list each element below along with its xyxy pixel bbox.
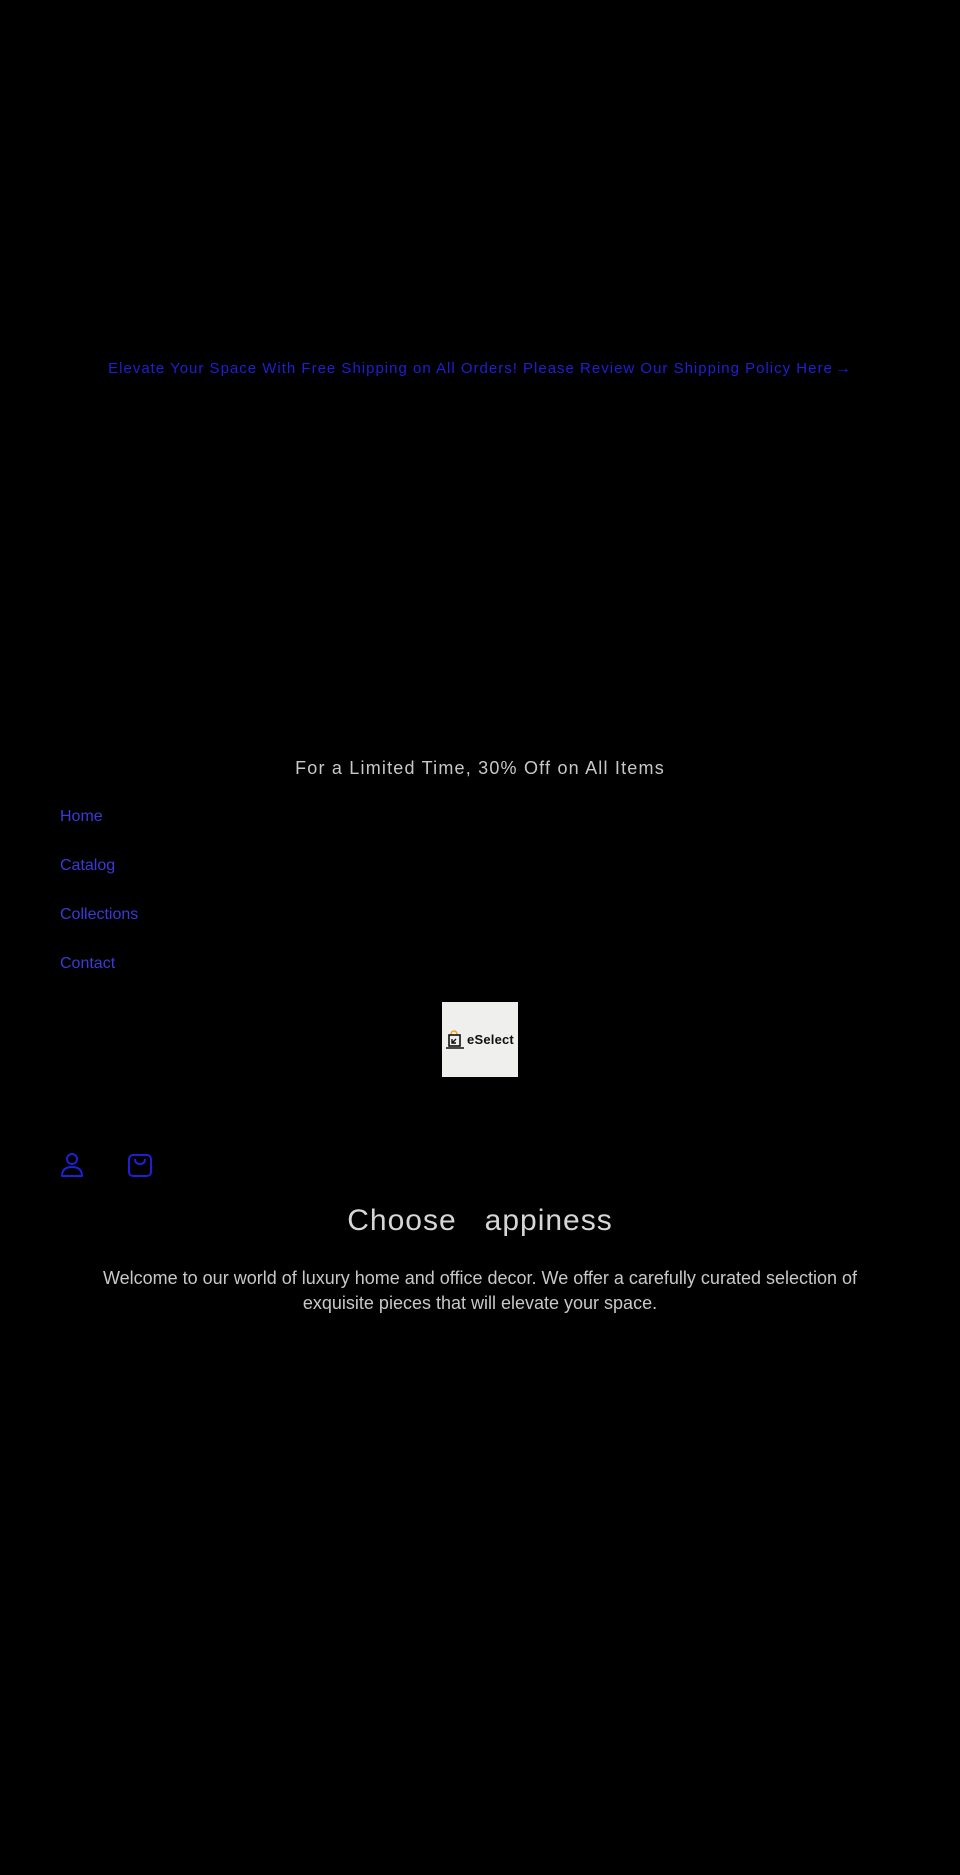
nav-item-contact: Contact [60,955,138,1004]
shopping-bag-logo-icon [446,1029,465,1050]
nav-item-home: Home [60,808,138,857]
hero-description: Welcome to our world of luxury home and … [102,1268,858,1313]
nav-link-collections[interactable]: Collections [60,906,138,923]
store-logo[interactable]: eSelect [442,1002,518,1077]
hero-title: Choose appiness [347,1204,613,1237]
logo-text: eSelect [467,1032,514,1047]
nav-link-contact[interactable]: Contact [60,955,115,972]
main-nav: Home Catalog Collections Contact [60,808,138,1004]
nav-link-catalog[interactable]: Catalog [60,857,115,874]
header-icons [58,1150,154,1178]
nav-link-home[interactable]: Home [60,808,103,825]
nav-item-collections: Collections [60,906,138,955]
nav-item-catalog: Catalog [60,857,138,906]
page: Elevate Your Space With Free Shipping on… [0,0,960,1875]
announcement-text: Elevate Your Space With Free Shipping on… [108,360,833,377]
announcement-bar-link[interactable]: Elevate Your Space With Free Shipping on… [0,360,960,378]
account-icon[interactable] [58,1150,86,1178]
arrow-right-icon: → [834,360,852,377]
cart-icon[interactable] [126,1150,154,1178]
promo-text: For a Limited Time, 30% Off on All Items [295,758,665,778]
